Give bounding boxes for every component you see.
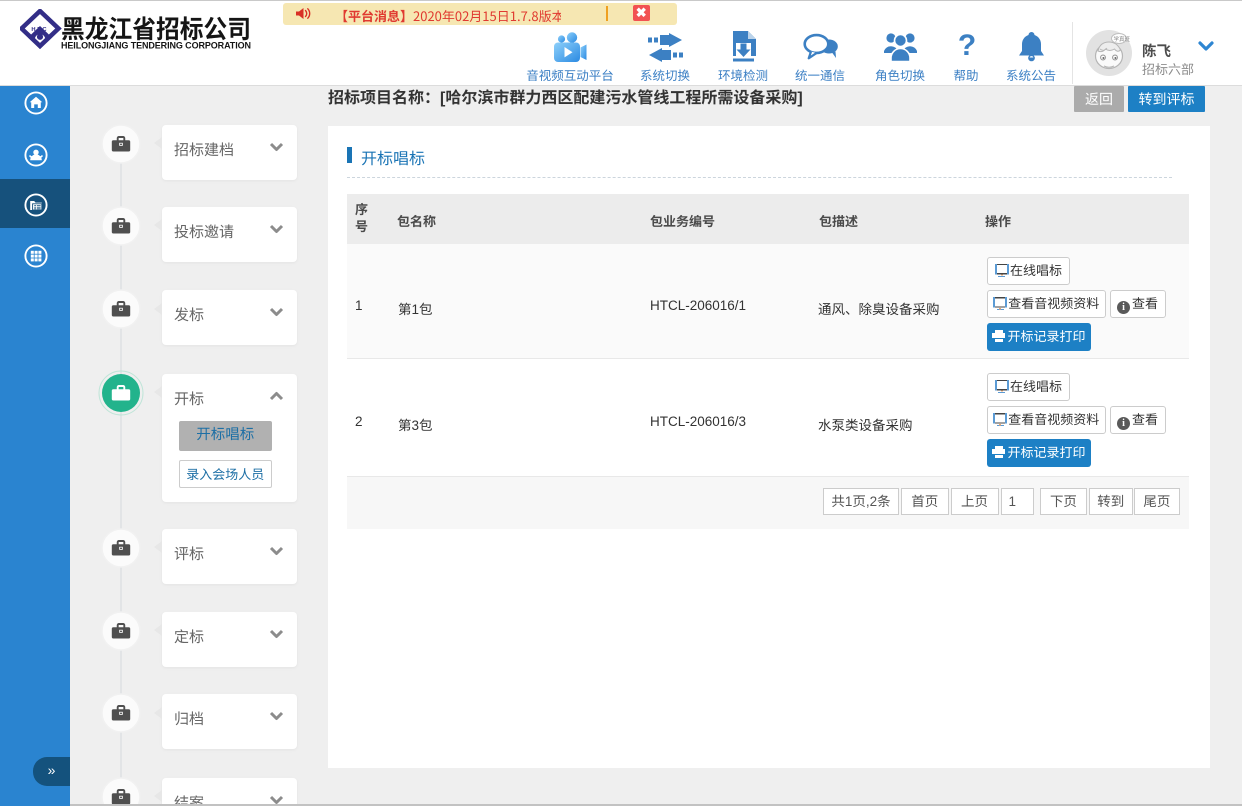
svg-text:HEILONGJIANG TENDERING CORPORA: HEILONGJIANG TENDERING CORPORATION — [61, 41, 251, 51]
svg-text:学真班: 学真班 — [1114, 35, 1131, 43]
svg-text:H T C: H T C — [31, 27, 47, 33]
